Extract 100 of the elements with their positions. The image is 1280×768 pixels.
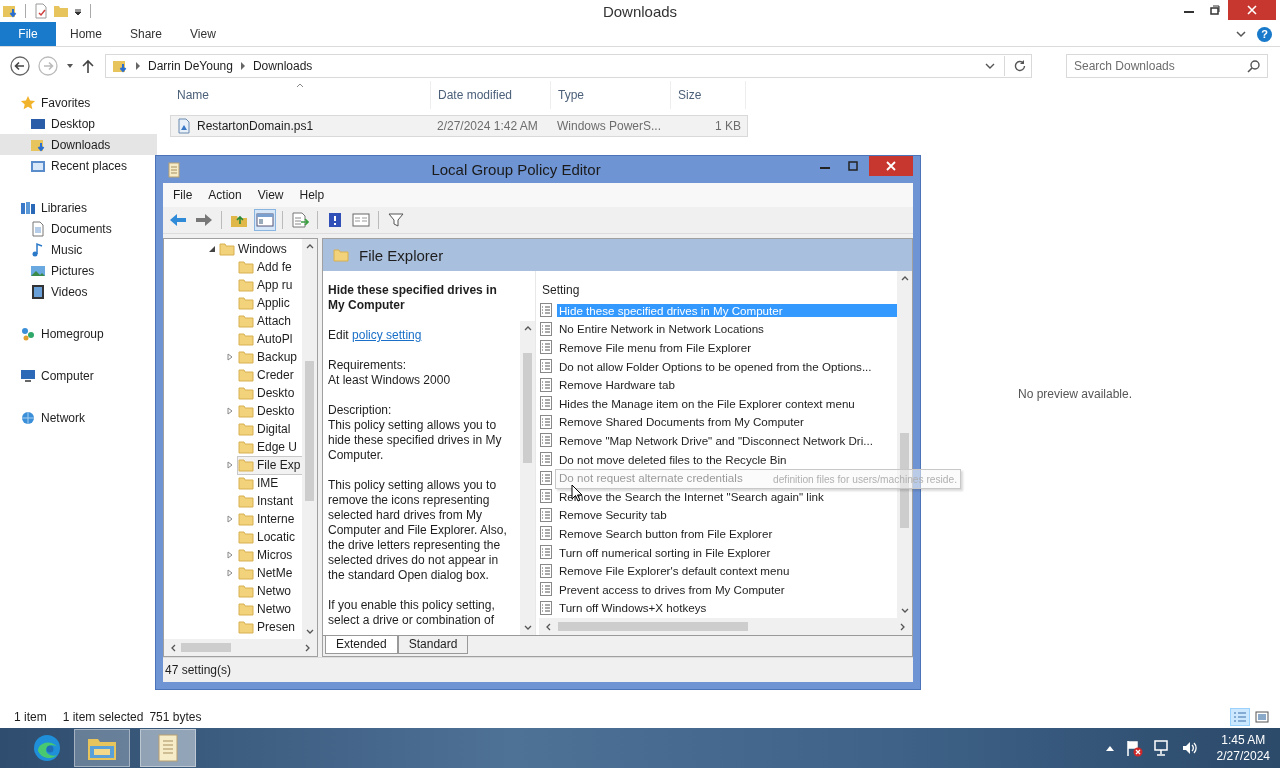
tree-item[interactable]: Netwo	[237, 581, 294, 601]
tree-item[interactable]: Presen	[237, 617, 299, 637]
tree-item[interactable]: Instant	[237, 491, 297, 511]
view-tab[interactable]: Standard	[397, 636, 469, 654]
policy-setting-link[interactable]: policy setting	[352, 328, 422, 342]
tree-item[interactable]: Backup	[237, 347, 301, 367]
setting-row[interactable]: Hides the Manage item on the File Explorer context menu	[539, 393, 857, 413]
folder-download-icon[interactable]	[2, 3, 18, 19]
taskbar-app[interactable]	[140, 729, 196, 767]
tree-item[interactable]: App ru	[237, 275, 296, 295]
close-button[interactable]	[1228, 0, 1276, 20]
menu-item[interactable]: Help	[291, 188, 333, 202]
tree-item[interactable]: Interne	[237, 509, 298, 529]
clock[interactable]: 1:45 AM 2/27/2024	[1216, 732, 1270, 764]
setting-row[interactable]: Remove File menu from File Explorer	[539, 338, 753, 357]
nav-item[interactable]: Network	[0, 407, 157, 428]
setting-row[interactable]: Do not allow Folder Options to be opened from the Options...	[539, 356, 874, 376]
column-header[interactable]: Setting	[539, 271, 897, 301]
scrollbar-thumb[interactable]	[305, 361, 314, 501]
setting-row[interactable]: Remove File Explorer's default context menu	[539, 561, 792, 580]
refresh-icon[interactable]	[1013, 59, 1027, 73]
taskbar-app[interactable]	[74, 729, 130, 767]
pane-button[interactable]	[254, 209, 276, 231]
collapsed-arrow-icon[interactable]	[226, 569, 234, 577]
menu-item[interactable]: File	[165, 188, 201, 202]
column-header[interactable]: Type	[551, 81, 671, 109]
scroll-left-icon[interactable]	[170, 643, 176, 652]
breadcrumb[interactable]: Downloads	[252, 59, 313, 73]
setting-row[interactable]: Remove Hardware tab	[539, 375, 677, 394]
tree-item[interactable]: NetMe	[237, 563, 296, 583]
nav-item[interactable]: Pictures	[0, 260, 157, 281]
ribbon-tab[interactable]: Home	[56, 22, 116, 46]
scroll-down-icon[interactable]	[900, 608, 909, 614]
setting-row[interactable]: Remove "Map Network Drive" and "Disconnect Network Dri...	[539, 431, 875, 450]
tree-item[interactable]: Netwo	[237, 599, 294, 619]
nav-item[interactable]: Favorites	[0, 92, 157, 113]
export-list-button[interactable]	[289, 209, 311, 231]
tree-item[interactable]: Applic	[237, 293, 293, 313]
collapsed-arrow-icon[interactable]	[226, 407, 234, 415]
horizontal-scrollbar[interactable]	[164, 639, 317, 656]
expanded-arrow-icon[interactable]	[208, 245, 216, 253]
file-tab[interactable]: File	[0, 22, 56, 46]
scrollbar-thumb[interactable]	[181, 643, 231, 652]
scroll-up-icon[interactable]	[305, 243, 314, 249]
scroll-right-icon[interactable]	[900, 622, 906, 631]
setting-row[interactable]: Do not move deleted files to the Recycle Bin	[539, 449, 789, 469]
setting-row[interactable]: No Entire Network in Network Locations	[539, 319, 766, 339]
scrollbar-thumb[interactable]	[558, 622, 748, 631]
tree-item[interactable]: Deskto	[237, 383, 298, 403]
nav-item[interactable]: Music	[0, 239, 157, 260]
scroll-right-icon[interactable]	[305, 643, 311, 652]
tree-item[interactable]: Add fe	[237, 257, 295, 277]
nav-item[interactable]: Documents	[0, 218, 157, 239]
menu-item[interactable]: View	[249, 188, 292, 202]
horizontal-scrollbar[interactable]	[539, 618, 912, 635]
file-row[interactable]: RestartonDomain.ps1 2/27/2024 1:42 AM Windows PowerS... 1 KB	[170, 115, 748, 137]
nav-item[interactable]: Videos	[0, 281, 157, 302]
scroll-up-icon[interactable]	[900, 275, 909, 281]
breadcrumb[interactable]: Darrin DeYoung	[148, 59, 233, 73]
setting-row[interactable]: Turn off numerical sorting in File Explorer	[539, 542, 773, 562]
nav-item[interactable]: Libraries	[0, 197, 157, 218]
tree-item[interactable]: Micros	[237, 545, 296, 565]
up-arrow-icon[interactable]	[81, 58, 95, 74]
nav-item[interactable]: Downloads	[0, 134, 157, 155]
nav-item[interactable]: Recent places	[0, 155, 157, 176]
search-field[interactable]: Search Downloads	[1066, 54, 1268, 78]
scroll-down-icon[interactable]	[523, 625, 532, 631]
vertical-scrollbar[interactable]	[520, 321, 535, 635]
collapsed-arrow-icon[interactable]	[226, 461, 234, 469]
tree-item[interactable]: Attach	[237, 311, 295, 331]
flag-warning-icon[interactable]	[1124, 739, 1143, 757]
back-icon[interactable]	[9, 55, 31, 77]
scroll-left-icon[interactable]	[545, 622, 551, 631]
collapsed-arrow-icon[interactable]	[226, 551, 234, 559]
setting-row[interactable]: Remove Search button from File Explorer	[539, 524, 775, 543]
column-header[interactable]: Name	[170, 81, 431, 109]
network-icon[interactable]	[1152, 739, 1171, 757]
search-icon[interactable]	[1247, 59, 1261, 73]
address-bar[interactable]: Darrin DeYoung Downloads	[105, 54, 1032, 78]
tree-item[interactable]: Locatic	[237, 527, 299, 547]
chevron-down-icon[interactable]	[1235, 29, 1247, 39]
tree-item[interactable]: Deskto	[237, 401, 298, 421]
ribbon-tab[interactable]: View	[176, 22, 230, 46]
setting-row[interactable]: Turn off Windows+X hotkeys	[539, 598, 709, 618]
document-check-icon[interactable]	[33, 3, 49, 19]
setting-row[interactable]: Remove Security tab	[539, 505, 669, 525]
setting-row[interactable]: Remove Shared Documents from My Computer	[539, 412, 806, 432]
nav-item[interactable]: Homegroup	[0, 323, 157, 344]
tree-item[interactable]: Creder	[237, 365, 297, 385]
close-button[interactable]	[869, 156, 913, 176]
column-header[interactable]: Size	[671, 81, 746, 109]
view-tab[interactable]: Extended	[325, 636, 398, 654]
menu-item[interactable]: Action	[200, 188, 250, 202]
tree-item[interactable]: IME	[237, 473, 282, 493]
nav-item[interactable]: Desktop	[0, 113, 157, 134]
chevron-right-icon[interactable]	[238, 61, 247, 71]
tree-item[interactable]: File Exp	[237, 455, 302, 475]
large-icons-view-button[interactable]	[1252, 708, 1272, 726]
collapsed-arrow-icon[interactable]	[226, 353, 234, 361]
ribbon-tab[interactable]: Share	[116, 22, 177, 46]
